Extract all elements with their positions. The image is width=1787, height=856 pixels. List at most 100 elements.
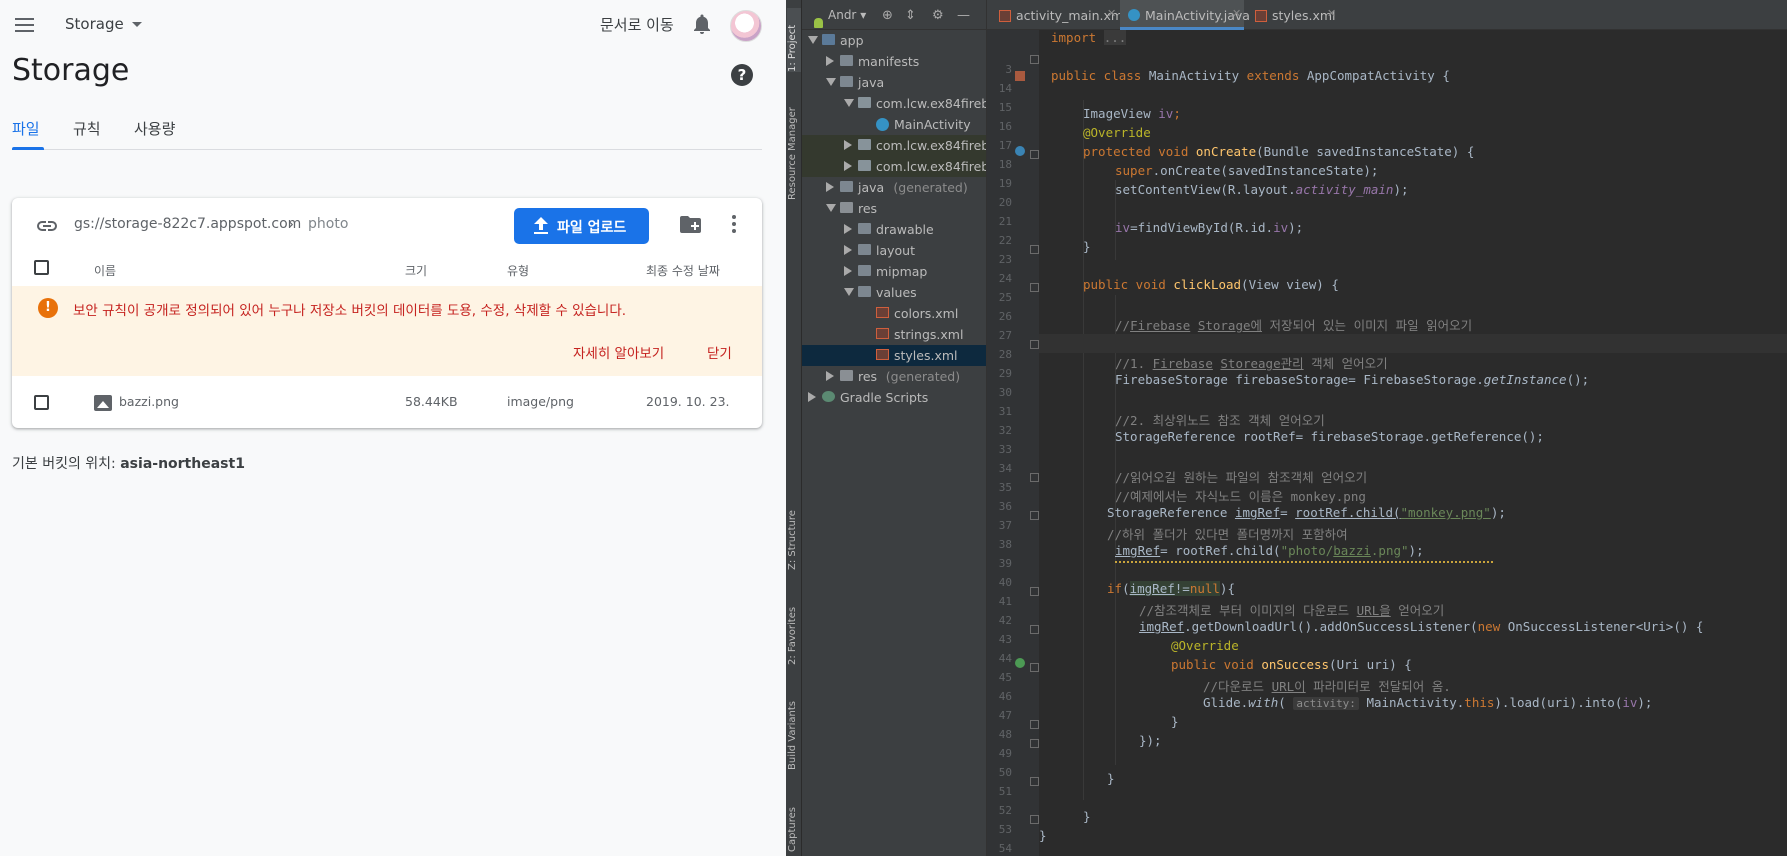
fold-marker-icon[interactable]	[1030, 815, 1039, 824]
code-line: ImageView iv;	[1083, 106, 1181, 121]
menu-icon[interactable]	[15, 18, 34, 32]
fold-marker-icon[interactable]	[1030, 663, 1039, 672]
minimize-icon[interactable]: —	[957, 8, 970, 23]
tool-tab-build-variants[interactable]: Build Variants	[787, 690, 801, 770]
tool-tab-resource-manager[interactable]: Resource Manager	[787, 100, 801, 200]
tree-item[interactable]: res	[802, 198, 986, 219]
tree-item[interactable]: res (generated)	[802, 366, 986, 387]
code-area[interactable]: import ... public class MainActivity ext…	[1039, 30, 1787, 856]
implement-gutter-icon[interactable]	[1015, 658, 1025, 668]
bell-icon[interactable]	[693, 14, 711, 34]
collapse-arrow-icon[interactable]	[844, 224, 852, 234]
editor-tab-activity-main-xml[interactable]: activity_main.xml ✕	[991, 0, 1127, 30]
collapse-arrow-icon[interactable]	[826, 371, 834, 381]
link-icon[interactable]	[36, 220, 58, 232]
fold-marker-icon[interactable]	[1030, 777, 1039, 786]
close-icon[interactable]: ✕	[1232, 7, 1241, 20]
tree-item[interactable]: mipmap	[802, 261, 986, 282]
tree-item[interactable]: colors.xml	[802, 303, 986, 324]
tree-item[interactable]: manifests	[802, 51, 986, 72]
fold-marker-icon[interactable]	[1030, 245, 1039, 254]
column-type[interactable]: 유형	[507, 262, 529, 279]
upload-file-button[interactable]: 파일 업로드	[514, 208, 649, 244]
tree-item[interactable]: Gradle Scripts	[802, 387, 986, 408]
more-vert-icon[interactable]	[731, 215, 737, 233]
collapse-arrow-icon[interactable]	[844, 140, 852, 150]
table-row[interactable]: bazzi.png 58.44KB image/png 2019. 10. 23…	[12, 378, 762, 428]
editor-tab-styles-xml[interactable]: styles.xml ✕	[1247, 0, 1339, 30]
tree-item[interactable]: com.lcw.ex84firebas	[802, 135, 986, 156]
close-icon[interactable]: ✕	[1107, 7, 1116, 20]
collapse-icon[interactable]: ⇕	[905, 8, 916, 23]
tree-item-label: mipmap	[876, 264, 928, 279]
tab-files[interactable]: 파일	[12, 118, 40, 139]
tree-item[interactable]: java (generated)	[802, 177, 986, 198]
fold-marker-icon[interactable]	[1030, 473, 1039, 482]
tree-item[interactable]: strings.xml	[802, 324, 986, 345]
tool-tab-structure[interactable]: Z: Structure	[787, 500, 801, 570]
tool-tab-favorites[interactable]: 2: Favorites	[787, 595, 801, 665]
tree-item[interactable]: drawable	[802, 219, 986, 240]
collapse-arrow-icon[interactable]	[808, 392, 816, 402]
tree-item[interactable]: app	[802, 30, 986, 51]
fold-marker-icon[interactable]	[1030, 150, 1039, 159]
tool-tab-project[interactable]: 1: Project	[787, 8, 801, 72]
fold-marker-icon[interactable]	[1030, 283, 1039, 292]
collapse-arrow-icon[interactable]	[844, 266, 852, 276]
tree-item[interactable]: com.lcw.ex84firebas	[802, 156, 986, 177]
collapse-arrow-icon[interactable]	[826, 182, 834, 192]
tab-usage[interactable]: 사용량	[134, 118, 175, 139]
select-all-checkbox[interactable]	[34, 260, 49, 275]
line-number: 40	[998, 576, 1012, 589]
project-view-label: Andr	[828, 8, 857, 22]
collapse-arrow-icon[interactable]	[826, 56, 834, 66]
fold-marker-icon[interactable]	[1030, 720, 1039, 729]
android-icon	[814, 18, 823, 28]
dismiss-button[interactable]: 닫기	[707, 342, 732, 362]
docs-link[interactable]: 문서로 이동	[600, 14, 674, 35]
breadcrumb-bucket[interactable]: gs://storage-822c7.appspot.com	[74, 216, 301, 232]
fold-marker-icon[interactable]	[1030, 625, 1039, 634]
tree-item[interactable]: MainActivity	[802, 114, 986, 135]
tree-item-label: com.lcw.ex84firebas	[876, 138, 986, 153]
tree-item[interactable]: styles.xml	[802, 345, 986, 366]
learn-more-link[interactable]: 자세히 알아보기	[573, 342, 664, 362]
close-icon[interactable]: ✕	[1327, 7, 1336, 20]
tree-item[interactable]: layout	[802, 240, 986, 261]
expand-arrow-icon[interactable]	[826, 204, 836, 212]
gear-icon[interactable]: ⚙	[932, 8, 944, 23]
fold-marker-icon[interactable]	[1030, 739, 1039, 748]
column-modified[interactable]: 최종 수정 날짜	[646, 262, 720, 279]
class-gutter-icon[interactable]	[1015, 71, 1025, 81]
locate-icon[interactable]: ⊕	[882, 8, 893, 23]
tool-tab-captures[interactable]: Captures	[787, 800, 801, 852]
editor-tab-mainactivity-java[interactable]: MainActivity.java ✕	[1120, 0, 1250, 30]
fold-marker-icon[interactable]	[1030, 511, 1039, 520]
collapse-arrow-icon[interactable]	[844, 245, 852, 255]
tab-rules[interactable]: 규칙	[73, 118, 101, 139]
fold-marker-icon[interactable]	[1030, 340, 1039, 349]
new-folder-icon[interactable]	[680, 216, 701, 233]
expand-arrow-icon[interactable]	[844, 288, 854, 296]
tree-item[interactable]: java	[802, 72, 986, 93]
expand-arrow-icon[interactable]	[808, 36, 818, 44]
column-size[interactable]: 크기	[405, 262, 427, 279]
class-file-icon	[1128, 9, 1140, 21]
gradle-icon	[822, 391, 835, 402]
project-view-selector[interactable]: Andr ▾	[814, 8, 866, 28]
column-name[interactable]: 이름	[94, 262, 116, 279]
collapse-arrow-icon[interactable]	[844, 161, 852, 171]
expand-arrow-icon[interactable]	[826, 78, 836, 86]
tree-item[interactable]: values	[802, 282, 986, 303]
fold-marker-icon[interactable]	[1030, 587, 1039, 596]
help-icon[interactable]: ?	[731, 64, 753, 86]
row-checkbox[interactable]	[34, 395, 49, 410]
product-switcher[interactable]: Storage	[65, 15, 142, 33]
tree-item[interactable]: com.lcw.ex84firebas	[802, 93, 986, 114]
line-number: 37	[998, 519, 1012, 532]
override-gutter-icon[interactable]	[1015, 146, 1025, 156]
fold-marker-icon[interactable]	[1030, 55, 1039, 64]
expand-arrow-icon[interactable]	[844, 99, 854, 107]
avatar[interactable]	[730, 10, 762, 42]
file-name[interactable]: bazzi.png	[119, 394, 179, 409]
